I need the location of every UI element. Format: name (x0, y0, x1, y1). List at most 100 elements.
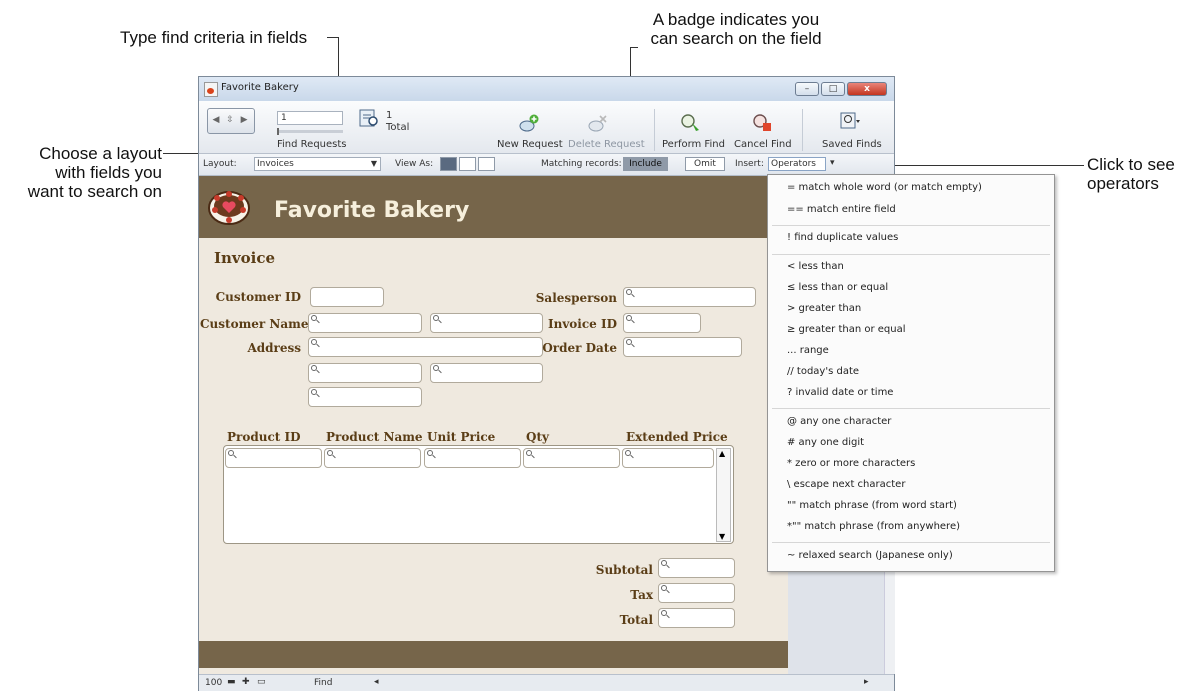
scroll-left-icon[interactable]: ◂ (374, 677, 379, 687)
operator-match-entire-field[interactable]: == match entire field (787, 204, 896, 215)
search-badge-icon (427, 450, 433, 456)
scroll-up-icon[interactable]: ▲ (719, 449, 725, 458)
toolbar-separator (802, 109, 803, 151)
operators-select[interactable]: Operators (768, 157, 826, 171)
search-badge-icon (311, 365, 317, 371)
operator-phrase-anywhere[interactable]: *"" match phrase (from anywhere) (787, 521, 960, 532)
qty-field[interactable] (523, 448, 620, 468)
delete-request-icon[interactable] (587, 113, 609, 133)
operator-match-whole-word[interactable]: = match whole word (or match empty) (787, 182, 982, 193)
status-toolbar: ◀ ⇳ ▶ 1 Find Requests 1 Total New Reques… (199, 101, 894, 154)
toggle-toolbar-icon[interactable]: ▭ (257, 677, 266, 687)
delete-request-button[interactable]: Delete Request (568, 139, 645, 150)
omit-button[interactable]: Omit (685, 157, 725, 171)
operator-invalid-date[interactable]: ? invalid date or time (787, 387, 893, 398)
search-badge-icon (626, 289, 632, 295)
table-view-button[interactable] (478, 157, 495, 171)
callout-choose-layout: Choose a layout with fields you want to … (0, 144, 162, 201)
mode-indicator[interactable]: Find (314, 678, 332, 688)
operator-less-equal[interactable]: ≤ less than or equal (787, 282, 888, 293)
search-badge-icon (626, 339, 632, 345)
city-field[interactable] (308, 363, 422, 383)
zip-field[interactable] (308, 387, 422, 407)
list-view-button[interactable] (459, 157, 476, 171)
insert-label: Insert: (735, 159, 764, 169)
status-bar: 100 ▬ ✚ ▭ Find ◂ ▸ (199, 674, 894, 691)
total-field[interactable] (658, 608, 735, 628)
product-id-field[interactable] (225, 448, 322, 468)
search-badge-icon (433, 315, 439, 321)
subtotal-field[interactable] (658, 558, 735, 578)
label-total: Total (619, 613, 653, 627)
zoom-level[interactable]: 100 (205, 678, 222, 688)
perform-find-icon[interactable] (680, 113, 702, 133)
bakery-cake-logo (208, 191, 250, 225)
address-line1-field[interactable] (308, 337, 543, 357)
book-navigator-icon[interactable]: ◀ ⇳ ▶ (207, 108, 255, 134)
operator-escape-next[interactable]: \ escape next character (787, 479, 905, 490)
operator-less-than[interactable]: < less than (787, 261, 844, 272)
window-title: Favorite Bakery (221, 82, 299, 93)
customer-id-field[interactable] (310, 287, 384, 307)
cancel-find-icon[interactable] (752, 113, 774, 133)
label-subtotal: Subtotal (595, 563, 653, 577)
search-badge-icon (433, 365, 439, 371)
cancel-find-button[interactable]: Cancel Find (734, 139, 792, 150)
total-label: Total (386, 122, 410, 133)
scroll-down-icon[interactable]: ▼ (719, 532, 725, 541)
zoom-in-icon[interactable]: ✚ (242, 677, 250, 687)
saved-finds-button[interactable]: Saved Finds (822, 139, 882, 150)
section-title-invoice: Invoice (214, 249, 276, 267)
callout-operators: Click to see operators (1087, 155, 1175, 193)
label-salesperson: Salesperson (535, 291, 617, 305)
operator-todays-date[interactable]: // today's date (787, 366, 859, 377)
request-slider[interactable] (277, 128, 343, 135)
toolbar-separator (654, 109, 655, 151)
order-date-field[interactable] (623, 337, 742, 357)
operator-any-digit[interactable]: # any one digit (787, 437, 864, 448)
perform-find-button[interactable]: Perform Find (662, 139, 725, 150)
layout-footer (199, 641, 788, 668)
operators-chevron-icon[interactable]: ▾ (830, 158, 835, 168)
callout-badge-line2: can search on the field (650, 29, 822, 48)
operator-range[interactable]: ... range (787, 345, 829, 356)
include-button[interactable]: Include (623, 157, 668, 171)
operator-greater-than[interactable]: > greater than (787, 303, 861, 314)
menu-separator (772, 254, 1050, 255)
current-request-field[interactable]: 1 (277, 111, 343, 125)
salesperson-field[interactable] (623, 287, 756, 307)
operators-menu: = match whole word (or match empty) == m… (767, 174, 1055, 572)
maximize-button[interactable]: □ (821, 82, 845, 96)
search-badge-icon (626, 315, 632, 321)
new-request-icon[interactable] (518, 113, 540, 133)
callout-choose-line3: want to search on (27, 182, 162, 201)
callout-operators-line2: operators (1087, 174, 1159, 193)
saved-finds-icon[interactable] (839, 111, 861, 131)
first-name-field[interactable] (308, 313, 422, 333)
new-request-button[interactable]: New Request (497, 139, 563, 150)
search-badge-icon (311, 315, 317, 321)
menu-separator (772, 542, 1050, 543)
form-view-button[interactable] (440, 157, 457, 171)
operator-greater-equal[interactable]: ≥ greater than or equal (787, 324, 906, 335)
state-field[interactable] (430, 363, 543, 383)
close-button[interactable]: x (847, 82, 887, 96)
operator-phrase-word-start[interactable]: "" match phrase (from word start) (787, 500, 957, 511)
unit-price-field[interactable] (424, 448, 521, 468)
product-name-field[interactable] (324, 448, 421, 468)
tax-field[interactable] (658, 583, 735, 603)
view-as-label: View As: (395, 159, 434, 169)
label-order-date: Order Date (542, 341, 617, 355)
invoice-id-field[interactable] (623, 313, 701, 333)
minimize-button[interactable]: – (795, 82, 819, 96)
operator-any-character[interactable]: @ any one character (787, 416, 891, 427)
extended-price-field[interactable] (622, 448, 714, 468)
title-bar: Favorite Bakery – □ x (199, 77, 894, 102)
layout-select[interactable]: Invoices ▼ (254, 157, 381, 171)
operator-zero-or-more[interactable]: * zero or more characters (787, 458, 915, 469)
portal-scrollbar[interactable]: ▲ ▼ (716, 448, 731, 542)
operator-find-duplicates[interactable]: ! find duplicate values (787, 232, 898, 243)
scroll-right-icon[interactable]: ▸ (864, 677, 869, 687)
operator-relaxed-search[interactable]: ~ relaxed search (Japanese only) (787, 550, 953, 561)
zoom-out-icon[interactable]: ▬ (227, 677, 236, 687)
